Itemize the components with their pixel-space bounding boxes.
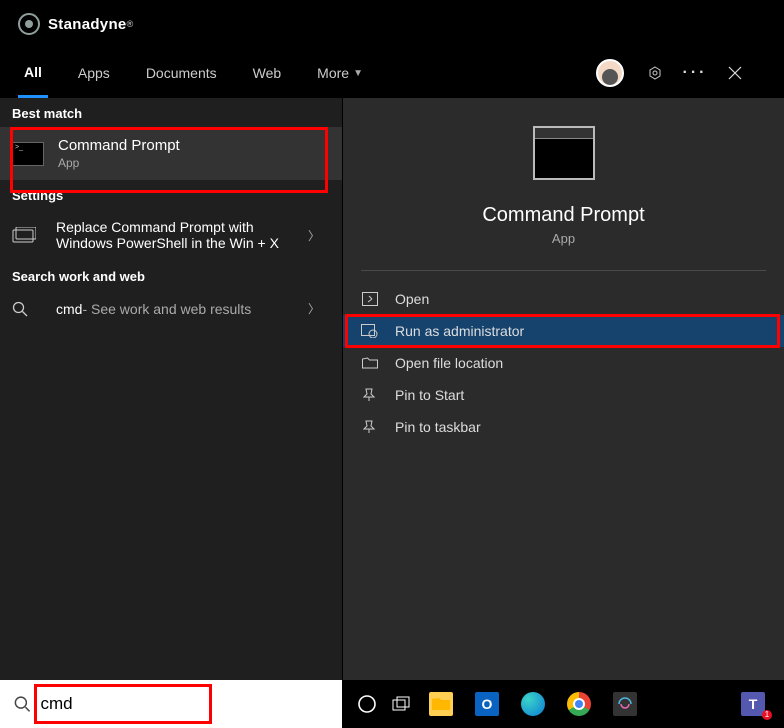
reward-icon[interactable]	[646, 64, 664, 82]
tab-all[interactable]: All	[18, 48, 48, 98]
taskbar-app-misc[interactable]	[602, 682, 648, 726]
result-command-prompt[interactable]: Command Prompt App	[0, 127, 342, 180]
action-pin-taskbar[interactable]: Pin to taskbar	[343, 411, 784, 443]
brand-bar: Stanadyne®	[0, 0, 784, 48]
brand-logo-icon	[18, 13, 40, 35]
tab-apps[interactable]: Apps	[72, 48, 116, 98]
ellipsis-icon[interactable]: ···	[686, 64, 704, 82]
taskbar-app-chrome[interactable]	[556, 682, 602, 726]
action-open-file-location[interactable]: Open file location	[343, 347, 784, 379]
search-icon	[14, 695, 30, 713]
taskbar: O T 1	[342, 680, 784, 728]
search-header: All Apps Documents Web More ▼ ···	[0, 48, 784, 98]
search-icon	[12, 301, 40, 317]
divider	[361, 270, 766, 271]
action-run-administrator[interactable]: Run as administrator	[343, 315, 784, 347]
tab-more[interactable]: More ▼	[311, 48, 369, 98]
pin-icon	[361, 387, 379, 403]
action-pin-start[interactable]: Pin to Start	[343, 379, 784, 411]
settings-label: Settings	[0, 180, 342, 209]
best-match-label: Best match	[0, 98, 342, 127]
result-title: Command Prompt	[58, 137, 330, 154]
chevron-down-icon: ▼	[353, 68, 363, 79]
open-icon	[361, 291, 379, 307]
admin-icon	[361, 323, 379, 339]
chevron-right-icon: 〉	[308, 227, 330, 244]
details-title: Command Prompt	[343, 204, 784, 227]
tab-documents[interactable]: Documents	[140, 48, 223, 98]
search-input[interactable]	[40, 694, 328, 714]
results-panel: Best match Command Prompt App Settings R…	[0, 98, 342, 680]
settings-icon	[12, 225, 40, 245]
close-icon[interactable]	[726, 64, 744, 82]
chevron-right-icon: 〉	[308, 300, 330, 317]
tab-web[interactable]: Web	[247, 48, 288, 98]
taskbar-app-teams[interactable]: T 1	[730, 682, 776, 726]
pin-icon	[361, 419, 379, 435]
search-box[interactable]	[0, 680, 342, 728]
taskbar-app-explorer[interactable]	[418, 682, 464, 726]
action-open[interactable]: Open	[343, 283, 784, 315]
badge-icon: 1	[762, 710, 772, 720]
user-avatar[interactable]	[596, 59, 624, 87]
result-setting-replace-cmd[interactable]: Replace Command Prompt with Windows Powe…	[0, 209, 342, 261]
folder-icon	[361, 355, 379, 371]
taskbar-taskview[interactable]	[384, 682, 418, 726]
app-large-icon	[533, 126, 595, 180]
taskbar-app-edge[interactable]	[510, 682, 556, 726]
details-subtitle: App	[343, 231, 784, 246]
result-subtitle: App	[58, 156, 330, 170]
taskbar-app-outlook[interactable]: O	[464, 682, 510, 726]
brand-name: Stanadyne	[48, 16, 127, 33]
details-panel: Command Prompt App Open Run as administr…	[342, 98, 784, 680]
search-work-web-label: Search work and web	[0, 261, 342, 290]
result-web-cmd[interactable]: cmd - See work and web results 〉	[0, 290, 342, 327]
app-icon-cmd	[12, 142, 44, 166]
taskbar-cortana[interactable]	[350, 682, 384, 726]
